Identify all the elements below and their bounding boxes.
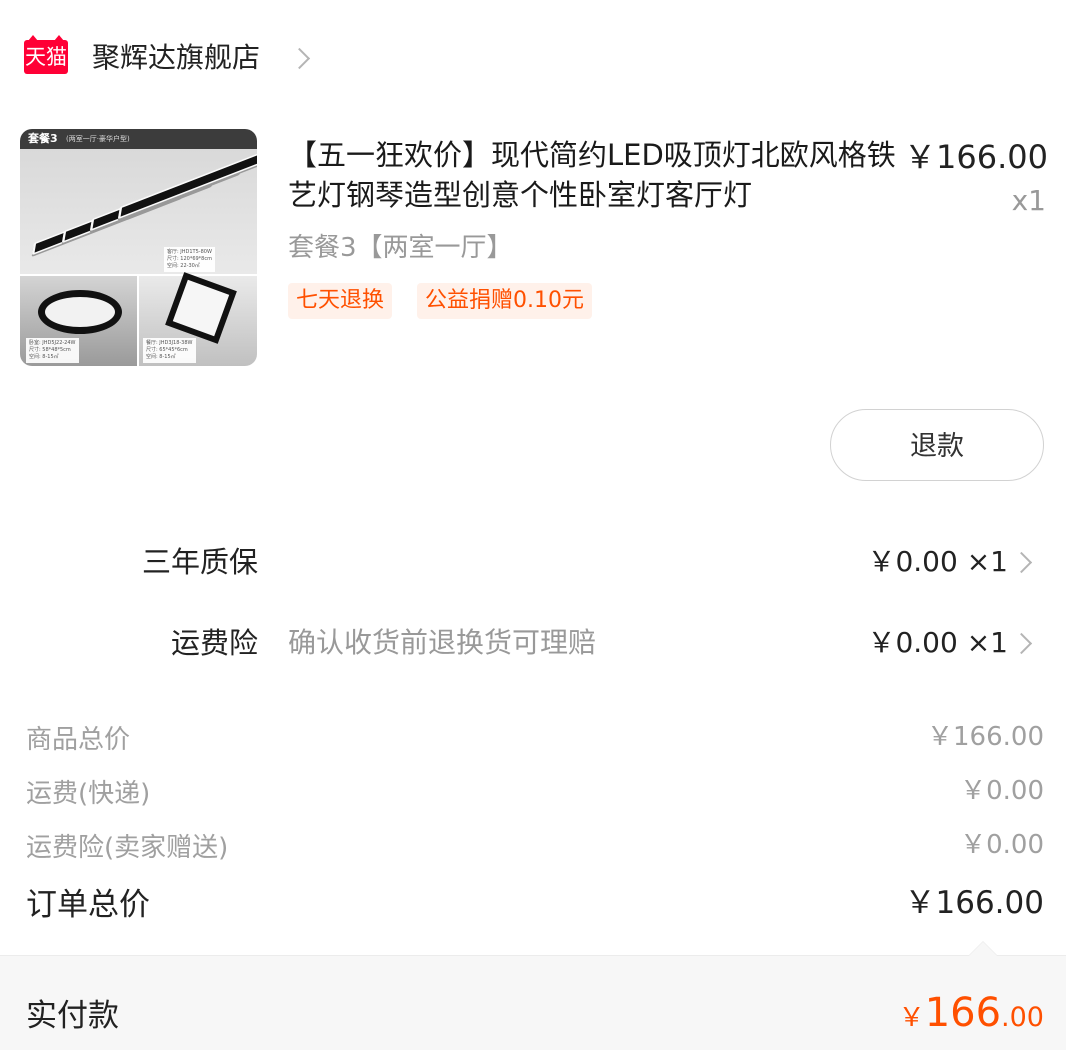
tmall-logo: 天猫	[24, 35, 68, 74]
spec-label-right: 餐厅: JHD3J18-38W 尺寸: 65*45*6cm 空间: 8-15㎡	[143, 338, 196, 363]
package-subtitle: (两室一厅·豪华户型)	[66, 135, 130, 143]
shipping-insurance-label: 运费险(卖家赠送)	[26, 833, 229, 863]
oval-lamp	[38, 290, 122, 334]
service-row-warranty[interactable]: 三年质保 ￥0.00 ×1	[0, 540, 1066, 584]
shipping-fee-value: ￥0.00	[960, 776, 1044, 806]
caret-up-icon	[968, 941, 998, 956]
order-total-label: 订单总价	[26, 887, 150, 923]
product-image-bedroom: 卧室: JHD5J22-24W 尺寸: 58*48*5cm 空间: 8-15㎡	[20, 276, 137, 366]
package-tag: 套餐3	[28, 132, 58, 145]
refund-button[interactable]: 退款	[830, 409, 1044, 481]
service-label: 三年质保	[141, 545, 258, 579]
chevron-right-icon[interactable]	[288, 47, 311, 70]
service-value: ￥0.00 ×1	[867, 545, 1008, 578]
goods-total-value: ￥166.00	[927, 722, 1044, 752]
chevron-right-icon	[1010, 632, 1033, 655]
product-title[interactable]: 【五一狂欢价】现代简约LED吸顶灯北欧风格铁艺灯钢琴造型创意个性卧室灯客厅灯	[288, 135, 898, 215]
spec-label-left: 卧室: JHD5J22-24W 尺寸: 58*48*5cm 空间: 8-15㎡	[26, 338, 79, 363]
currency-symbol: ￥	[898, 1003, 925, 1033]
product-quantity: x1	[1011, 184, 1046, 217]
paid-label: 实付款	[26, 998, 119, 1034]
shipping-fee-label: 运费(快递)	[26, 779, 151, 809]
chevron-right-icon	[1010, 551, 1033, 574]
lamp-bar	[117, 148, 257, 220]
product-image[interactable]: 套餐3 (两室一厅·豪华户型) 客厅: JHD1T5-80W 尺寸: 120*6…	[20, 129, 257, 366]
goods-total-label: 商品总价	[26, 725, 131, 755]
spec-label-top: 客厅: JHD1T5-80W 尺寸: 120*69*8cm 空间: 22-30㎡	[164, 247, 215, 272]
service-value: ￥0.00 ×1	[867, 626, 1008, 659]
product-sku: 套餐3【两室一厅】	[288, 233, 513, 263]
product-image-main: 套餐3 (两室一厅·豪华户型) 客厅: JHD1T5-80W 尺寸: 120*6…	[20, 129, 257, 274]
paid-value: ￥166.00	[899, 988, 1044, 1038]
shipping-insurance-value: ￥0.00	[960, 830, 1044, 860]
paid-decimal: .00	[1001, 1002, 1044, 1033]
service-row-shipping-insurance[interactable]: 运费险 确认收货前退换货可理赔 ￥0.00 ×1	[0, 621, 1066, 665]
product-image-dining: 餐厅: JHD3J18-38W 尺寸: 65*45*6cm 空间: 8-15㎡	[139, 272, 257, 366]
tag-charity-donation: 公益捐赠0.10元	[417, 283, 592, 319]
store-name[interactable]: 聚辉达旗舰店	[92, 38, 260, 78]
tag-seven-day-return: 七天退换	[288, 283, 393, 319]
paid-amount-bar: 实付款 ￥166.00	[0, 941, 1066, 1050]
product-price: ￥166.00	[904, 138, 1048, 176]
paid-integer: 166	[924, 990, 1002, 1036]
square-lamp	[165, 272, 237, 344]
service-note: 确认收货前退换货可理赔	[288, 626, 597, 659]
order-total-value: ￥166.00	[904, 885, 1044, 921]
service-label: 运费险	[170, 626, 258, 660]
